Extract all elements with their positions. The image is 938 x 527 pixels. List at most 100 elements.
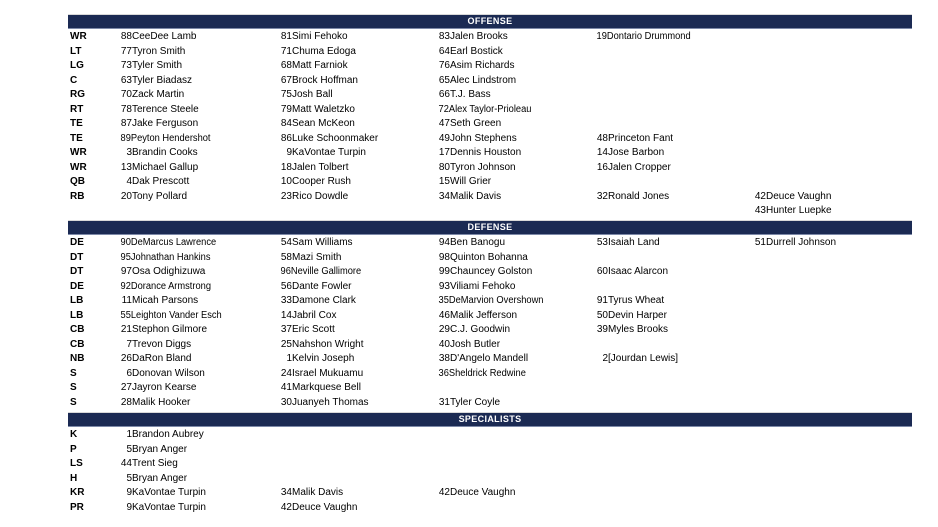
jersey-number: 48 (596, 132, 608, 144)
player-name: Ronald Jones (608, 190, 670, 202)
section-header-bar: DEFENSE (68, 221, 912, 235)
player-cell: 84 Sean McKeon (276, 117, 428, 132)
jersey-number: 40 (438, 338, 450, 350)
depth-chart-row: NB 26 DaRon Bland 1 Kelvin Joseph 38 D'Ange… (68, 352, 912, 367)
depth-chart-row: CB 7 Trevon Diggs 25 Nahshon Wright 40 Josh… (68, 338, 912, 353)
player-cell: 64 Earl Bostick (434, 45, 586, 60)
depth-chart-row: LB 55 Leighton Vander Esch 14 Jabril Cox 46… (68, 309, 912, 324)
jersey-number: 67 (280, 74, 292, 86)
player-name: Trevon Diggs (132, 338, 192, 350)
player-name: Rico Dowdle (292, 190, 349, 202)
player-name: Kelvin Joseph (292, 353, 355, 364)
jersey-number: 30 (280, 396, 292, 408)
position-label: NB (70, 353, 85, 364)
player-cell: 24 Israel Mukuamu (276, 367, 428, 382)
player-name: Jalen Cropper (608, 161, 671, 173)
depth-chart-row: DT 97 Osa Odighizuwa 96 Neville Gallimore 9… (68, 265, 912, 280)
jersey-number: 42 (280, 501, 292, 513)
player-cell: 56 Dante Fowler (276, 280, 428, 295)
position-label: H (70, 472, 78, 484)
section-header-bar: OFFENSE (68, 15, 912, 29)
player-name: Trent Sieg (132, 458, 178, 469)
player-cell: 70 Zack Martin (116, 88, 266, 103)
jersey-number: 70 (120, 89, 132, 100)
jersey-number: 35 (438, 295, 449, 306)
jersey-number: 19 (596, 31, 607, 42)
player-cell: 95 Johnathan Hankins (116, 251, 266, 266)
jersey-number: 42 (754, 190, 766, 202)
player-name: Will Grier (450, 176, 492, 187)
player-name: Myles Brooks (608, 324, 669, 335)
player-cell: 73 Tyler Smith (116, 59, 266, 74)
player-name: Quinton Bohanna (450, 251, 528, 263)
depth-chart-row: WR 88 CeeDee Lamb 81 Simi Fehoko 83 Jalen B… (68, 30, 912, 45)
player-cell: 87 Jake Ferguson (116, 117, 266, 132)
jersey-number: 16 (596, 161, 608, 173)
depth-chart-row: S 6 Donovan Wilson 24 Israel Mukuamu 36 She… (68, 367, 912, 382)
player-name: D'Angelo Mandell (450, 353, 529, 364)
player-name: Josh Butler (450, 338, 501, 350)
player-name: Markquese Bell (292, 382, 361, 393)
player-name: Leighton Vander Esch (130, 309, 222, 321)
depth-chart-row: PR 9 KaVontae Turpin 42 Deuce Vaughn (68, 501, 912, 516)
jersey-number: 73 (120, 60, 132, 71)
player-cell: 1 Kelvin Joseph (276, 352, 428, 367)
jersey-number: 84 (280, 118, 292, 129)
depth-chart-row: RT 78 Terence Steele 79 Matt Waletzko 72 Al… (68, 103, 912, 118)
player-cell: 43 Hunter Luepke (750, 204, 902, 219)
jersey-number: 20 (120, 190, 132, 202)
player-name: Ben Banogu (450, 237, 506, 248)
player-name: Alex Taylor-Prioleau (448, 103, 532, 115)
jersey-number: 11 (121, 295, 132, 306)
depth-chart-row: LT 77 Tyron Smith 71 Chuma Edoga 64 Earl Bo… (68, 45, 912, 60)
player-name: Alec Lindstrom (450, 74, 517, 86)
player-name: Princeton Fant (608, 132, 674, 144)
jersey-number: 34 (280, 487, 292, 498)
player-name: Sean McKeon (292, 118, 355, 129)
player-name: Brandin Cooks (132, 147, 198, 158)
jersey-number: 1 (126, 429, 132, 440)
jersey-number: 58 (280, 251, 292, 263)
player-cell: 9 KaVontae Turpin (116, 501, 266, 516)
depth-chart-row: DE 92 Dorance Armstrong 56 Dante Fowler 93 … (68, 280, 912, 295)
depth-chart-row: C 63 Tyler Biadasz 67 Brock Hoffman 65 Alec… (68, 74, 912, 89)
depth-chart-row: K 1 Brandon Aubrey (68, 428, 912, 443)
depth-chart: OFFENSE WR 88 CeeDee Lamb 81 Simi Fehoko 83 … (0, 0, 938, 527)
depth-chart-row: WR 13 Michael Gallup 18 Jalen Tolbert 80 Ty… (68, 161, 912, 176)
player-cell: 72 Alex Taylor-Prioleau (434, 103, 586, 118)
player-name: Simi Fehoko (292, 31, 348, 42)
player-name: CeeDee Lamb (132, 31, 197, 42)
jersey-number: 97 (120, 266, 132, 277)
player-cell: 25 Nahshon Wright (276, 338, 428, 353)
player-cell: 9 KaVontae Turpin (116, 486, 266, 501)
player-cell: 68 Matt Farniok (276, 59, 428, 74)
player-cell: 46 Malik Jefferson (434, 309, 586, 324)
player-name: Osa Odighizuwa (132, 266, 206, 277)
jersey-number: 90 (120, 237, 131, 248)
player-name: Israel Mukuamu (292, 367, 364, 379)
jersey-number: 77 (120, 45, 132, 57)
position-label: WR (70, 31, 87, 42)
player-name: Chuma Edoga (292, 45, 356, 57)
player-name: Tyler Smith (132, 60, 183, 71)
player-cell: 28 Malik Hooker (116, 396, 266, 411)
jersey-number: 14 (280, 309, 292, 321)
player-name: Dak Prescott (132, 176, 190, 187)
position-label: CB (70, 324, 85, 335)
player-cell: 9 KaVontae Turpin (276, 146, 428, 161)
jersey-number: 95 (120, 251, 131, 263)
position-label: CB (70, 338, 85, 350)
player-cell: 19 Dontario Drummond (592, 30, 742, 45)
depth-chart-row: QB 4 Dak Prescott 10 Cooper Rush 15 Will Gr… (68, 175, 912, 190)
player-name: Viliami Fehoko (450, 280, 516, 292)
player-name: Dennis Houston (450, 147, 522, 158)
position-label: LB (70, 295, 84, 306)
player-cell: 60 Isaac Alarcon (592, 265, 742, 280)
jersey-number: 99 (438, 266, 450, 277)
player-name: Tyler Biadasz (132, 74, 193, 86)
player-name: Tony Pollard (132, 190, 188, 202)
player-name: C.J. Goodwin (450, 324, 511, 335)
player-name: Bryan Anger (132, 472, 188, 484)
player-cell: 55 Leighton Vander Esch (116, 309, 266, 324)
position-label: LT (70, 45, 82, 57)
